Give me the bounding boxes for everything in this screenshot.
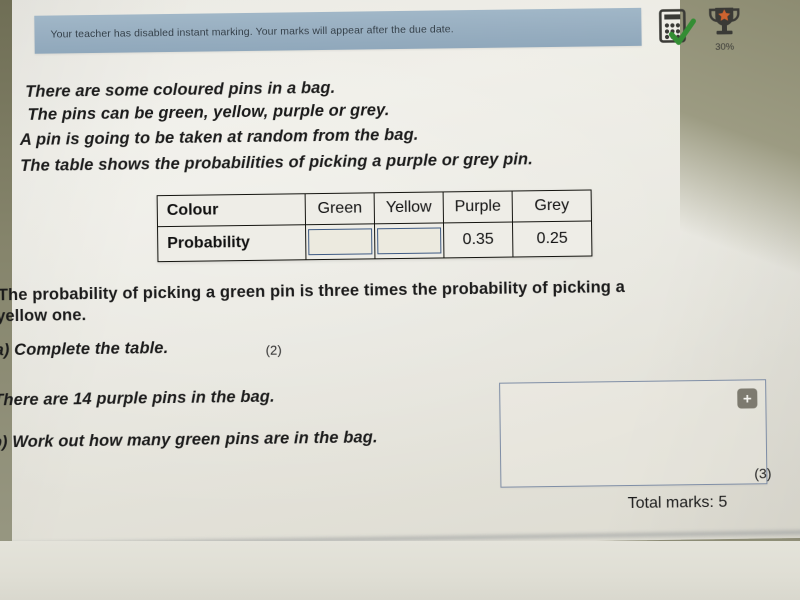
part-b-instruction: b) Work out how many green pins are in t… <box>0 428 378 452</box>
table-col-purple: Purple <box>443 191 513 223</box>
question-line-3: A pin is going to be taken at random fro… <box>19 125 419 149</box>
question-line-2: The pins can be green, yellow, purple or… <box>27 101 390 124</box>
trophy-icon <box>704 4 744 41</box>
photo-scene: Your teacher has disabled instant markin… <box>0 0 800 600</box>
condition-line-1: The probability of picking a green pin i… <box>0 278 626 305</box>
part-a-marks: (2) <box>265 342 282 358</box>
notice-banner-text: Your teacher has disabled instant markin… <box>50 23 454 41</box>
question-line-4: The table shows the probabilities of pic… <box>20 150 533 175</box>
add-icon[interactable]: + <box>737 388 758 409</box>
table-header-colour: Colour <box>157 193 306 227</box>
probability-input-green[interactable] <box>308 228 373 256</box>
calculator-allowed-icon <box>657 6 698 47</box>
probability-value-purple: 0.35 <box>443 222 513 258</box>
table-header-probability: Probability <box>157 224 306 262</box>
trophy-score-percent: 30% <box>715 41 735 53</box>
part-b-marks: (3) <box>754 465 772 482</box>
purple-pin-count-line: There are 14 purple pins in the bag. <box>0 387 275 410</box>
probability-cell-yellow[interactable] <box>374 222 444 259</box>
total-marks-label: Total marks: 5 <box>627 493 728 513</box>
condition-line-2: yellow one. <box>0 306 87 326</box>
answer-input-box[interactable]: + <box>499 379 768 488</box>
table-col-yellow: Yellow <box>374 191 444 224</box>
question-line-1: There are some coloured pins in a bag. <box>25 78 336 101</box>
table-col-grey: Grey <box>512 189 592 223</box>
worksheet-content: Your teacher has disabled instant markin… <box>0 0 800 600</box>
part-a-instruction: a) Complete the table. <box>0 339 169 360</box>
probability-table: Colour Green Yellow Purple Grey Probabil… <box>156 189 593 263</box>
table-col-green: Green <box>305 192 375 225</box>
probability-cell-green[interactable] <box>305 223 375 260</box>
table-row-probability: Probability 0.35 0.25 <box>157 220 592 262</box>
probability-value-grey: 0.25 <box>512 220 592 258</box>
probability-input-yellow[interactable] <box>377 227 442 255</box>
instant-marking-notice-banner: Your teacher has disabled instant markin… <box>34 7 642 54</box>
